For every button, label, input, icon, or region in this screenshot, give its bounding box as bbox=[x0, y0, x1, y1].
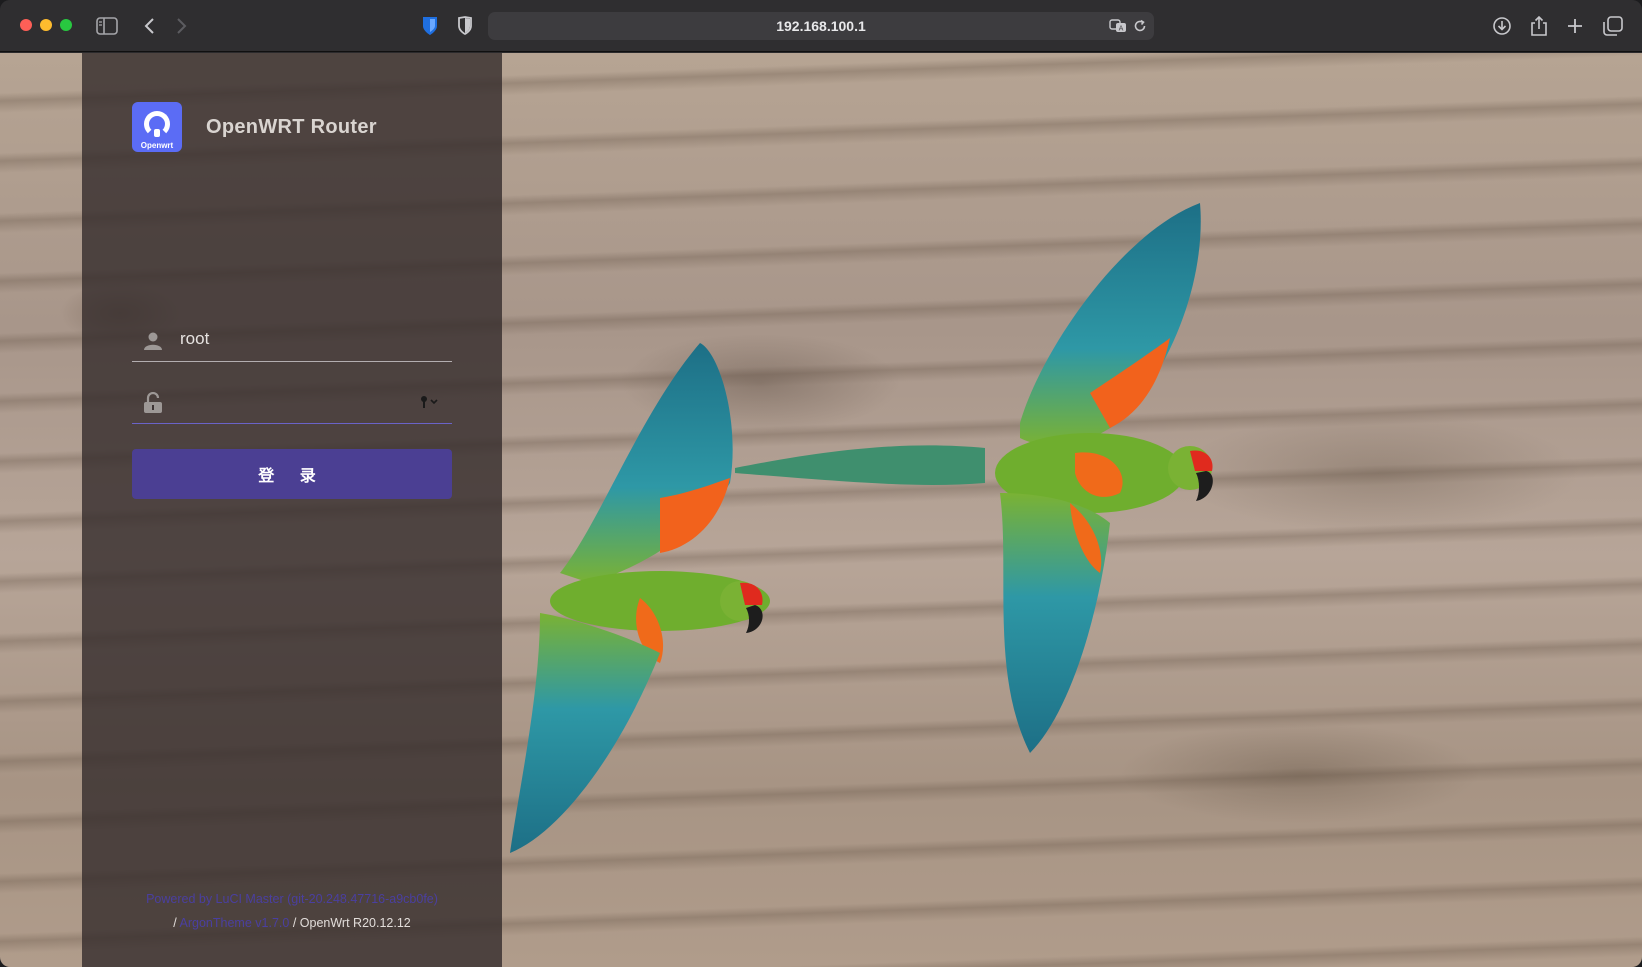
brand: Openwrt OpenWRT Router bbox=[132, 102, 377, 152]
forward-icon[interactable] bbox=[170, 14, 194, 38]
back-icon[interactable] bbox=[137, 14, 161, 38]
downloads-icon[interactable] bbox=[1490, 14, 1514, 38]
zoom-window-button[interactable] bbox=[60, 19, 72, 31]
translate-icon[interactable]: A bbox=[1108, 16, 1128, 36]
address-bar[interactable]: 192.168.100.1 A bbox=[488, 12, 1154, 40]
privacy-shield-icon[interactable] bbox=[453, 14, 477, 38]
bitwarden-extension-icon[interactable] bbox=[418, 14, 442, 38]
new-tab-icon[interactable] bbox=[1563, 14, 1587, 38]
page-viewport: Openwrt OpenWRT Router 登 录 bbox=[0, 53, 1642, 967]
logo-stem bbox=[154, 129, 160, 137]
browser-window: 192.168.100.1 A Openwrt OpenWRT Router r… bbox=[0, 0, 1642, 967]
argon-theme-link[interactable]: ArgonTheme v1.7.0 bbox=[180, 916, 290, 930]
macaw-left bbox=[510, 343, 770, 853]
footer-line-1: Powered by LuCI Master (git-20.248.47716… bbox=[82, 887, 502, 911]
luci-link[interactable]: Powered by LuCI Master (git-20.248.47716… bbox=[146, 892, 438, 906]
browser-toolbar: 192.168.100.1 A bbox=[0, 0, 1642, 52]
sidebar-toggle-icon[interactable] bbox=[95, 14, 119, 38]
password-autofill-key-icon[interactable] bbox=[418, 394, 440, 410]
brand-name: OpenWRT Router bbox=[206, 115, 377, 138]
tab-overview-icon[interactable] bbox=[1601, 14, 1625, 38]
footer-separator: / bbox=[292, 916, 297, 930]
svg-text:A: A bbox=[1119, 25, 1124, 33]
login-panel: Openwrt OpenWRT Router 登 录 bbox=[82, 53, 502, 967]
firmware-version: OpenWrt R20.12.12 bbox=[299, 916, 411, 930]
unlock-icon bbox=[142, 392, 164, 414]
username-input[interactable] bbox=[180, 318, 430, 360]
address-url: 192.168.100.1 bbox=[776, 18, 866, 34]
logo-text: Openwrt bbox=[140, 141, 174, 150]
openwrt-logo: Openwrt bbox=[132, 102, 182, 152]
footer-line-2: / ArgonTheme v1.7.0 / OpenWrt R20.12.12 bbox=[82, 911, 502, 935]
password-field bbox=[132, 380, 452, 424]
reload-icon[interactable] bbox=[1130, 16, 1150, 36]
macaw-right bbox=[735, 203, 1213, 753]
close-window-button[interactable] bbox=[20, 19, 32, 31]
footer-separator: / bbox=[173, 916, 177, 930]
login-submit-button[interactable]: 登 录 bbox=[132, 449, 452, 499]
share-icon[interactable] bbox=[1527, 14, 1551, 38]
user-icon bbox=[142, 330, 164, 352]
password-input[interactable] bbox=[180, 380, 430, 422]
username-field bbox=[132, 318, 452, 362]
minimize-window-button[interactable] bbox=[40, 19, 52, 31]
